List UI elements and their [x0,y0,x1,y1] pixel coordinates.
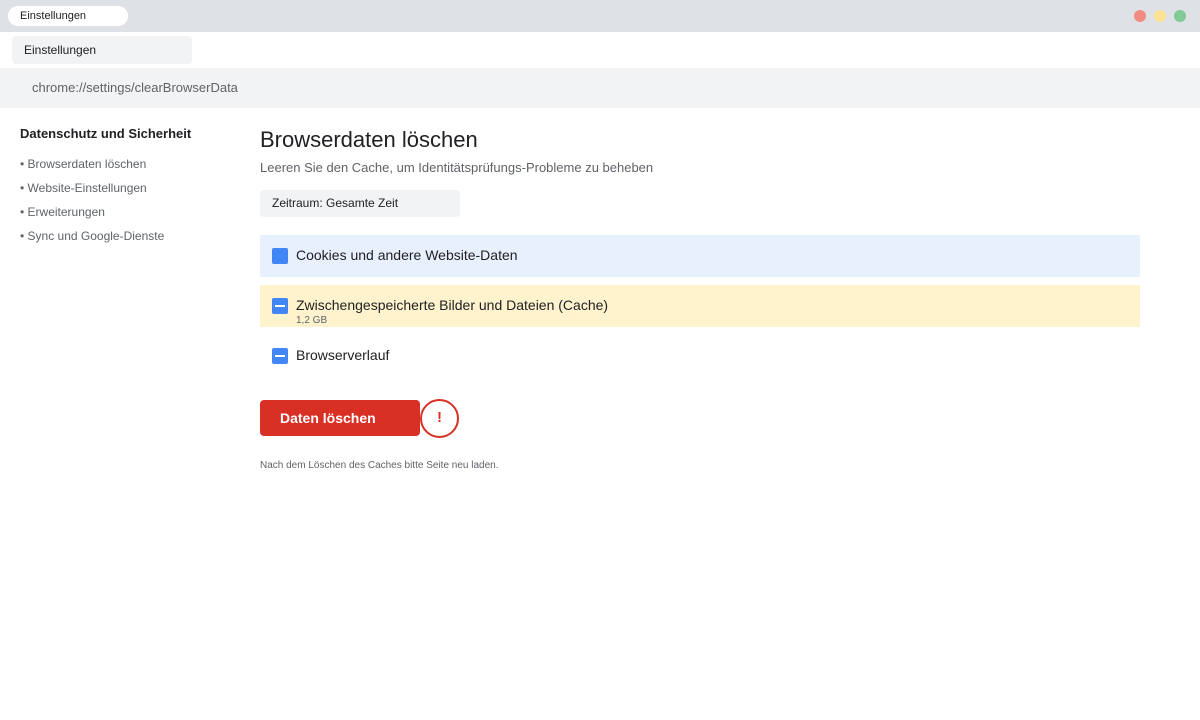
option-label: Browserverlauf [296,347,390,363]
close-window-button[interactable] [1134,10,1146,22]
main-content: Browserdaten löschen Leeren Sie den Cach… [260,126,1140,471]
sidebar: Datenschutz und Sicherheit • Browserdate… [20,126,240,252]
option-label: Zwischengespeicherte Bilder und Dateien … [296,297,609,313]
sidebar-item-sync[interactable]: • Sync und Google-Dienste [20,228,240,244]
browser-tab[interactable]: Einstellungen [8,6,128,26]
url-text[interactable]: chrome://settings/clearBrowserData [32,68,238,108]
address-bar[interactable]: chrome://settings/clearBrowserData [0,68,1200,108]
option-history[interactable]: Browserverlauf [260,335,1140,377]
minimize-window-button[interactable] [1154,10,1166,22]
option-label: Cookies und andere Website-Daten [296,247,518,263]
clear-data-button[interactable]: Daten löschen [260,400,420,436]
toolbar: Einstellungen [0,32,1200,68]
option-cache[interactable]: Zwischengespeicherte Bilder und Dateien … [260,285,1140,327]
cache-size: 1,2 GB [296,315,328,326]
minus-icon [275,305,285,307]
checkbox-cache-icon[interactable] [272,298,288,314]
sidebar-item-clear-browser-data[interactable]: • Browserdaten löschen [20,156,240,172]
checkbox-cookies-icon[interactable] [272,248,288,264]
exclamation-circle-icon: ! [420,399,459,438]
maximize-window-button[interactable] [1174,10,1186,22]
time-range-select[interactable]: Zeitraum: Gesamte Zeit [260,190,460,217]
sidebar-item-site-settings[interactable]: • Website-Einstellungen [20,180,240,196]
sidebar-title: Datenschutz und Sicherheit [20,126,192,141]
minus-icon [275,355,285,357]
page-title: Browserdaten löschen [260,127,478,152]
footnote: Nach dem Löschen des Caches bitte Seite … [260,460,499,471]
title-bar: Einstellungen [0,0,1200,32]
settings-tab[interactable]: Einstellungen [12,36,192,64]
sidebar-item-extensions[interactable]: • Erweiterungen [20,204,240,220]
checkbox-history-icon[interactable] [272,348,288,364]
page-subtitle: Leeren Sie den Cache, um Identitätsprüfu… [260,160,654,175]
option-cookies[interactable]: Cookies und andere Website-Daten [260,235,1140,277]
